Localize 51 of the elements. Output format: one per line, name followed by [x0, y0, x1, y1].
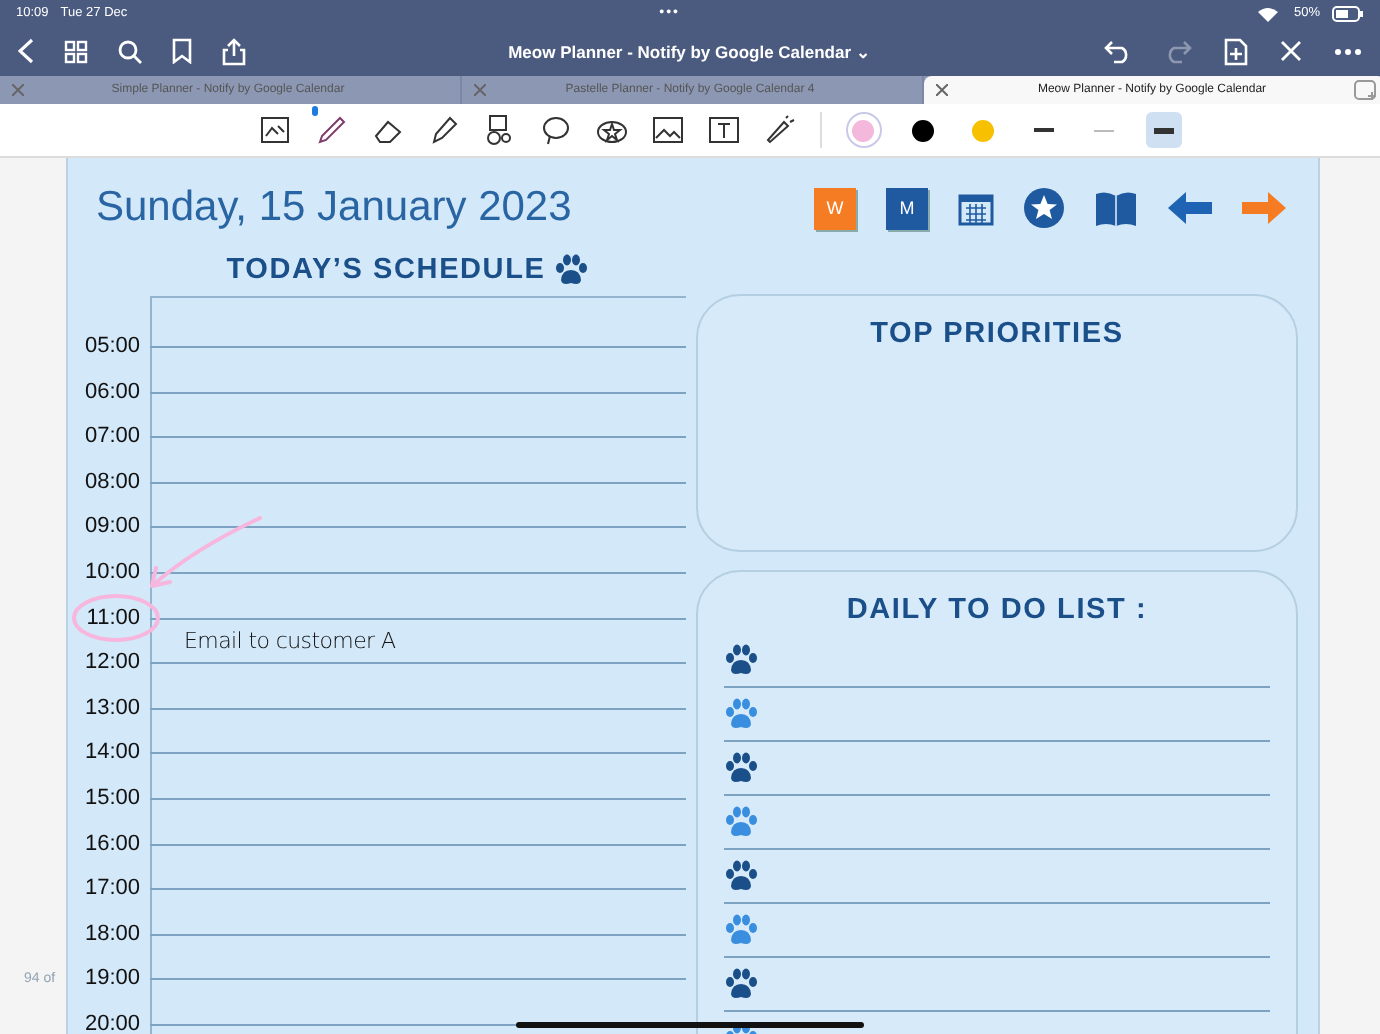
schedule-heading: TODAY’S SCHEDULE: [226, 254, 546, 286]
calendar-icon[interactable]: [958, 190, 994, 226]
hour-label: 08:00: [82, 467, 140, 496]
handdrawn-circle: [72, 594, 160, 642]
hour-label: 09:00: [82, 512, 140, 541]
book-icon[interactable]: [1094, 189, 1138, 227]
battery-icon: [1332, 5, 1365, 21]
image-tool[interactable]: [651, 114, 683, 146]
handdrawn-arrow: [150, 516, 262, 588]
undo-icon[interactable]: [1104, 39, 1132, 63]
laser-tool[interactable]: [763, 114, 795, 146]
hour-label: 20:00: [82, 1009, 140, 1034]
hour-label: 12:00: [82, 648, 140, 677]
hour-label: 15:00: [82, 783, 140, 812]
hour-label: 19:00: [82, 964, 140, 993]
grid-icon[interactable]: [64, 39, 88, 63]
hour-label: 10:00: [82, 557, 140, 586]
search-icon[interactable]: [118, 39, 142, 63]
hour-label: 11:00: [84, 603, 140, 632]
document-title[interactable]: Meow Planner - Notify by Google Calendar ⌄: [338, 39, 1042, 63]
hour-label: 07:00: [82, 422, 140, 451]
hour-label: 17:00: [82, 874, 140, 903]
close-tab-icon[interactable]: [936, 84, 948, 96]
highlighter-tool[interactable]: [427, 114, 459, 146]
shapes-tool[interactable]: [483, 114, 515, 146]
text-tool[interactable]: [707, 114, 739, 146]
hour-label: 05:00: [82, 332, 140, 360]
readmode-tool[interactable]: [259, 114, 291, 146]
left-arrow-icon[interactable]: [1168, 192, 1212, 224]
priorities-heading: TOP PRIORITIES: [870, 318, 1124, 350]
planner-date: Sunday, 15 January 2023: [96, 184, 572, 232]
hour-label: 13:00: [82, 693, 140, 722]
bookmark-icon[interactable]: [172, 38, 192, 64]
hour-label: 16:00: [82, 829, 140, 858]
todo-heading: DAILY TO DO LIST :: [844, 594, 1150, 626]
schedule-entry: Email to customer A: [184, 627, 396, 654]
page-link-button[interactable]: M: [886, 187, 928, 229]
close-icon[interactable]: [1280, 40, 1302, 62]
wifi-icon: [1258, 5, 1278, 21]
share-icon[interactable]: [222, 37, 246, 65]
hour-label: 06:00: [82, 377, 140, 406]
new-tab-icon[interactable]: [1354, 79, 1378, 101]
color-swatch[interactable]: [845, 112, 881, 148]
lasso-tool[interactable]: [539, 114, 571, 146]
paw-icon: [553, 254, 588, 286]
hour-label: 14:00: [82, 738, 140, 767]
add-page-icon[interactable]: [1224, 37, 1248, 65]
more-icon[interactable]: [1334, 47, 1362, 55]
back-chevron-icon[interactable]: [18, 38, 34, 64]
stroke-width-option[interactable]: [1145, 112, 1181, 148]
hour-label: 18:00: [82, 919, 140, 948]
